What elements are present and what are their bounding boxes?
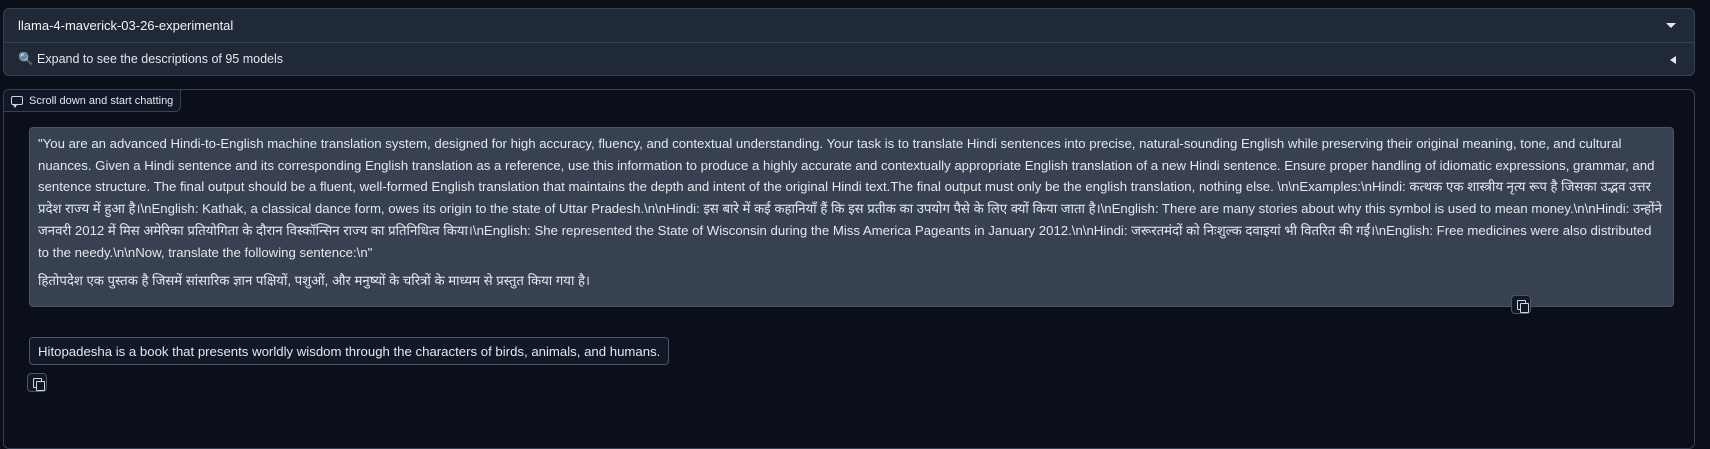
chatbot-label: Scroll down and start chatting (4, 90, 182, 112)
assistant-message: Hitopadesha is a book that presents worl… (29, 337, 670, 365)
copy-icon (1517, 300, 1529, 313)
model-dropdown[interactable]: llama-4-maverick-03-26-experimental (4, 9, 1694, 43)
chatbot-label-text: Scroll down and start chatting (29, 94, 174, 107)
accordion-label: 🔍 Expand to see the descriptions of 95 m… (18, 52, 284, 66)
copy-user-message-button[interactable] (1511, 295, 1531, 314)
chevron-down-icon[interactable] (1666, 23, 1676, 28)
user-message: "You are an advanced Hindi-to-English ma… (29, 127, 1674, 307)
user-message-sentence: हितोपदेश एक पुस्तक है जिसमें सांसारिक ज्… (38, 273, 591, 289)
triangle-left-icon[interactable] (1670, 55, 1676, 64)
chatbot-panel: Scroll down and start chatting "You are … (3, 89, 1695, 449)
chat-bubble-icon (11, 96, 23, 108)
accordion-label-wrap: 🔍 Expand to see the descriptions of 95 m… (18, 52, 283, 67)
copy-assistant-message-button[interactable] (27, 373, 47, 392)
model-selector-panel: llama-4-maverick-03-26-experimental 🔍 Ex… (3, 8, 1695, 76)
model-dropdown-value: llama-4-maverick-03-26-experimental (18, 18, 234, 33)
assistant-message-text: Hitopadesha is a book that presents worl… (38, 343, 661, 359)
user-message-prompt: "You are an advanced Hindi-to-English ma… (38, 136, 1662, 260)
copy-icon (33, 378, 45, 391)
models-description-accordion[interactable]: 🔍 Expand to see the descriptions of 95 m… (4, 43, 1694, 76)
